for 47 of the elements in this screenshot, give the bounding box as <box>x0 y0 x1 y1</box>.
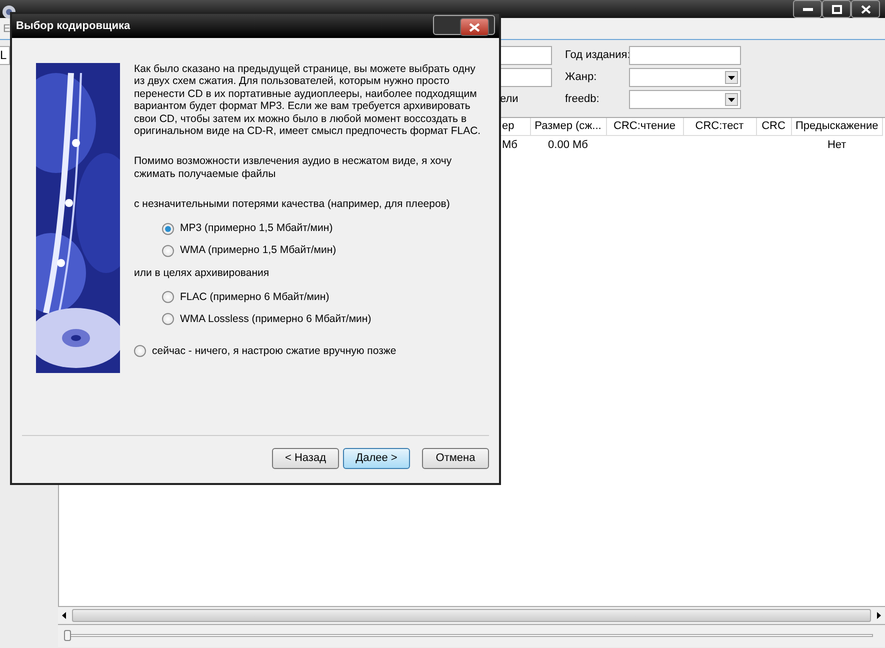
field-label: freedb: <box>564 92 600 107</box>
dropdown[interactable] <box>629 68 741 87</box>
table-cell: 0.00 Мб <box>530 135 606 154</box>
minimize-icon <box>802 8 812 10</box>
cancel-button[interactable]: Отмена <box>422 448 489 469</box>
table-cell: Нет <box>791 135 883 154</box>
slider-thumb[interactable] <box>64 630 71 641</box>
table-cell: Мб <box>502 135 530 154</box>
text-field[interactable] <box>500 46 552 65</box>
maximize-icon <box>832 4 842 14</box>
radio-button[interactable] <box>134 345 146 358</box>
group-heading: с незначительными потерями качества (например, для плееров) <box>134 198 451 211</box>
radio-button[interactable] <box>162 313 174 326</box>
radio-button[interactable] <box>162 222 174 235</box>
text-field[interactable]: L <box>0 46 10 65</box>
option-label[interactable]: WMA Lossless (примерно 6 Мбайт/мин) <box>180 312 372 326</box>
column-header[interactable]: CRC <box>756 118 791 135</box>
option-label[interactable]: FLAC (примерно 6 Мбайт/мин) <box>180 290 330 304</box>
text-field[interactable] <box>500 68 552 87</box>
close-icon <box>469 23 480 32</box>
option-label[interactable]: сейчас - ничего, я настрою сжатие вручную позже <box>152 344 396 358</box>
column-header[interactable]: ер <box>502 118 530 135</box>
radio-button[interactable] <box>162 244 174 257</box>
paragraph-text: Помимо возможности извлечения аудио в несжатом виде, я хочу сжимать получаемые файлы <box>134 155 453 180</box>
dialog-title: Выбор кодировщика <box>16 20 130 32</box>
field-label: Жанр: <box>564 70 598 85</box>
next-button[interactable]: Далее > <box>343 448 410 469</box>
field-label: Год издания: <box>564 48 629 63</box>
horizontal-scrollbar[interactable] <box>58 607 885 624</box>
maximize-button[interactable] <box>822 0 851 18</box>
minimize-button[interactable] <box>793 0 822 18</box>
column-header[interactable]: Предыскажение <box>791 118 883 135</box>
close-button[interactable] <box>460 18 489 36</box>
group-heading: или в целях архивирования <box>134 266 270 280</box>
column-header[interactable]: CRC:чтение <box>606 118 683 135</box>
dropdown[interactable] <box>629 90 741 109</box>
close-button[interactable] <box>851 0 880 18</box>
field-label: ели <box>500 92 520 107</box>
text-field[interactable] <box>629 46 741 65</box>
option-label[interactable]: WMA (примерно 1,5 Мбайт/мин) <box>180 244 336 257</box>
option-label[interactable]: MP3 (примерно 1,5 Мбайт/мин) <box>180 222 333 235</box>
close-icon <box>860 4 870 14</box>
column-header[interactable]: Размер (сж... <box>530 118 606 135</box>
radio-button[interactable] <box>162 291 174 304</box>
back-button[interactable]: < Назад <box>272 448 339 469</box>
column-header[interactable]: CRC:тест <box>683 118 756 135</box>
paragraph-text: Как было сказано на предыдущей странице, вы можете выбрать одну из двух схем сжатия. Для пользователей, которым нужно просто перенести CD в их портативные аудиоплееры, наиболее подходящим вариантом будет формат MP3. Если же вам требуется архивировать свои CD, чтобы затем их можно было в любой момент воссоздать в оригинальном виде на CD-R, имеет смысл предпочесть формат FLAC. <box>134 63 482 138</box>
